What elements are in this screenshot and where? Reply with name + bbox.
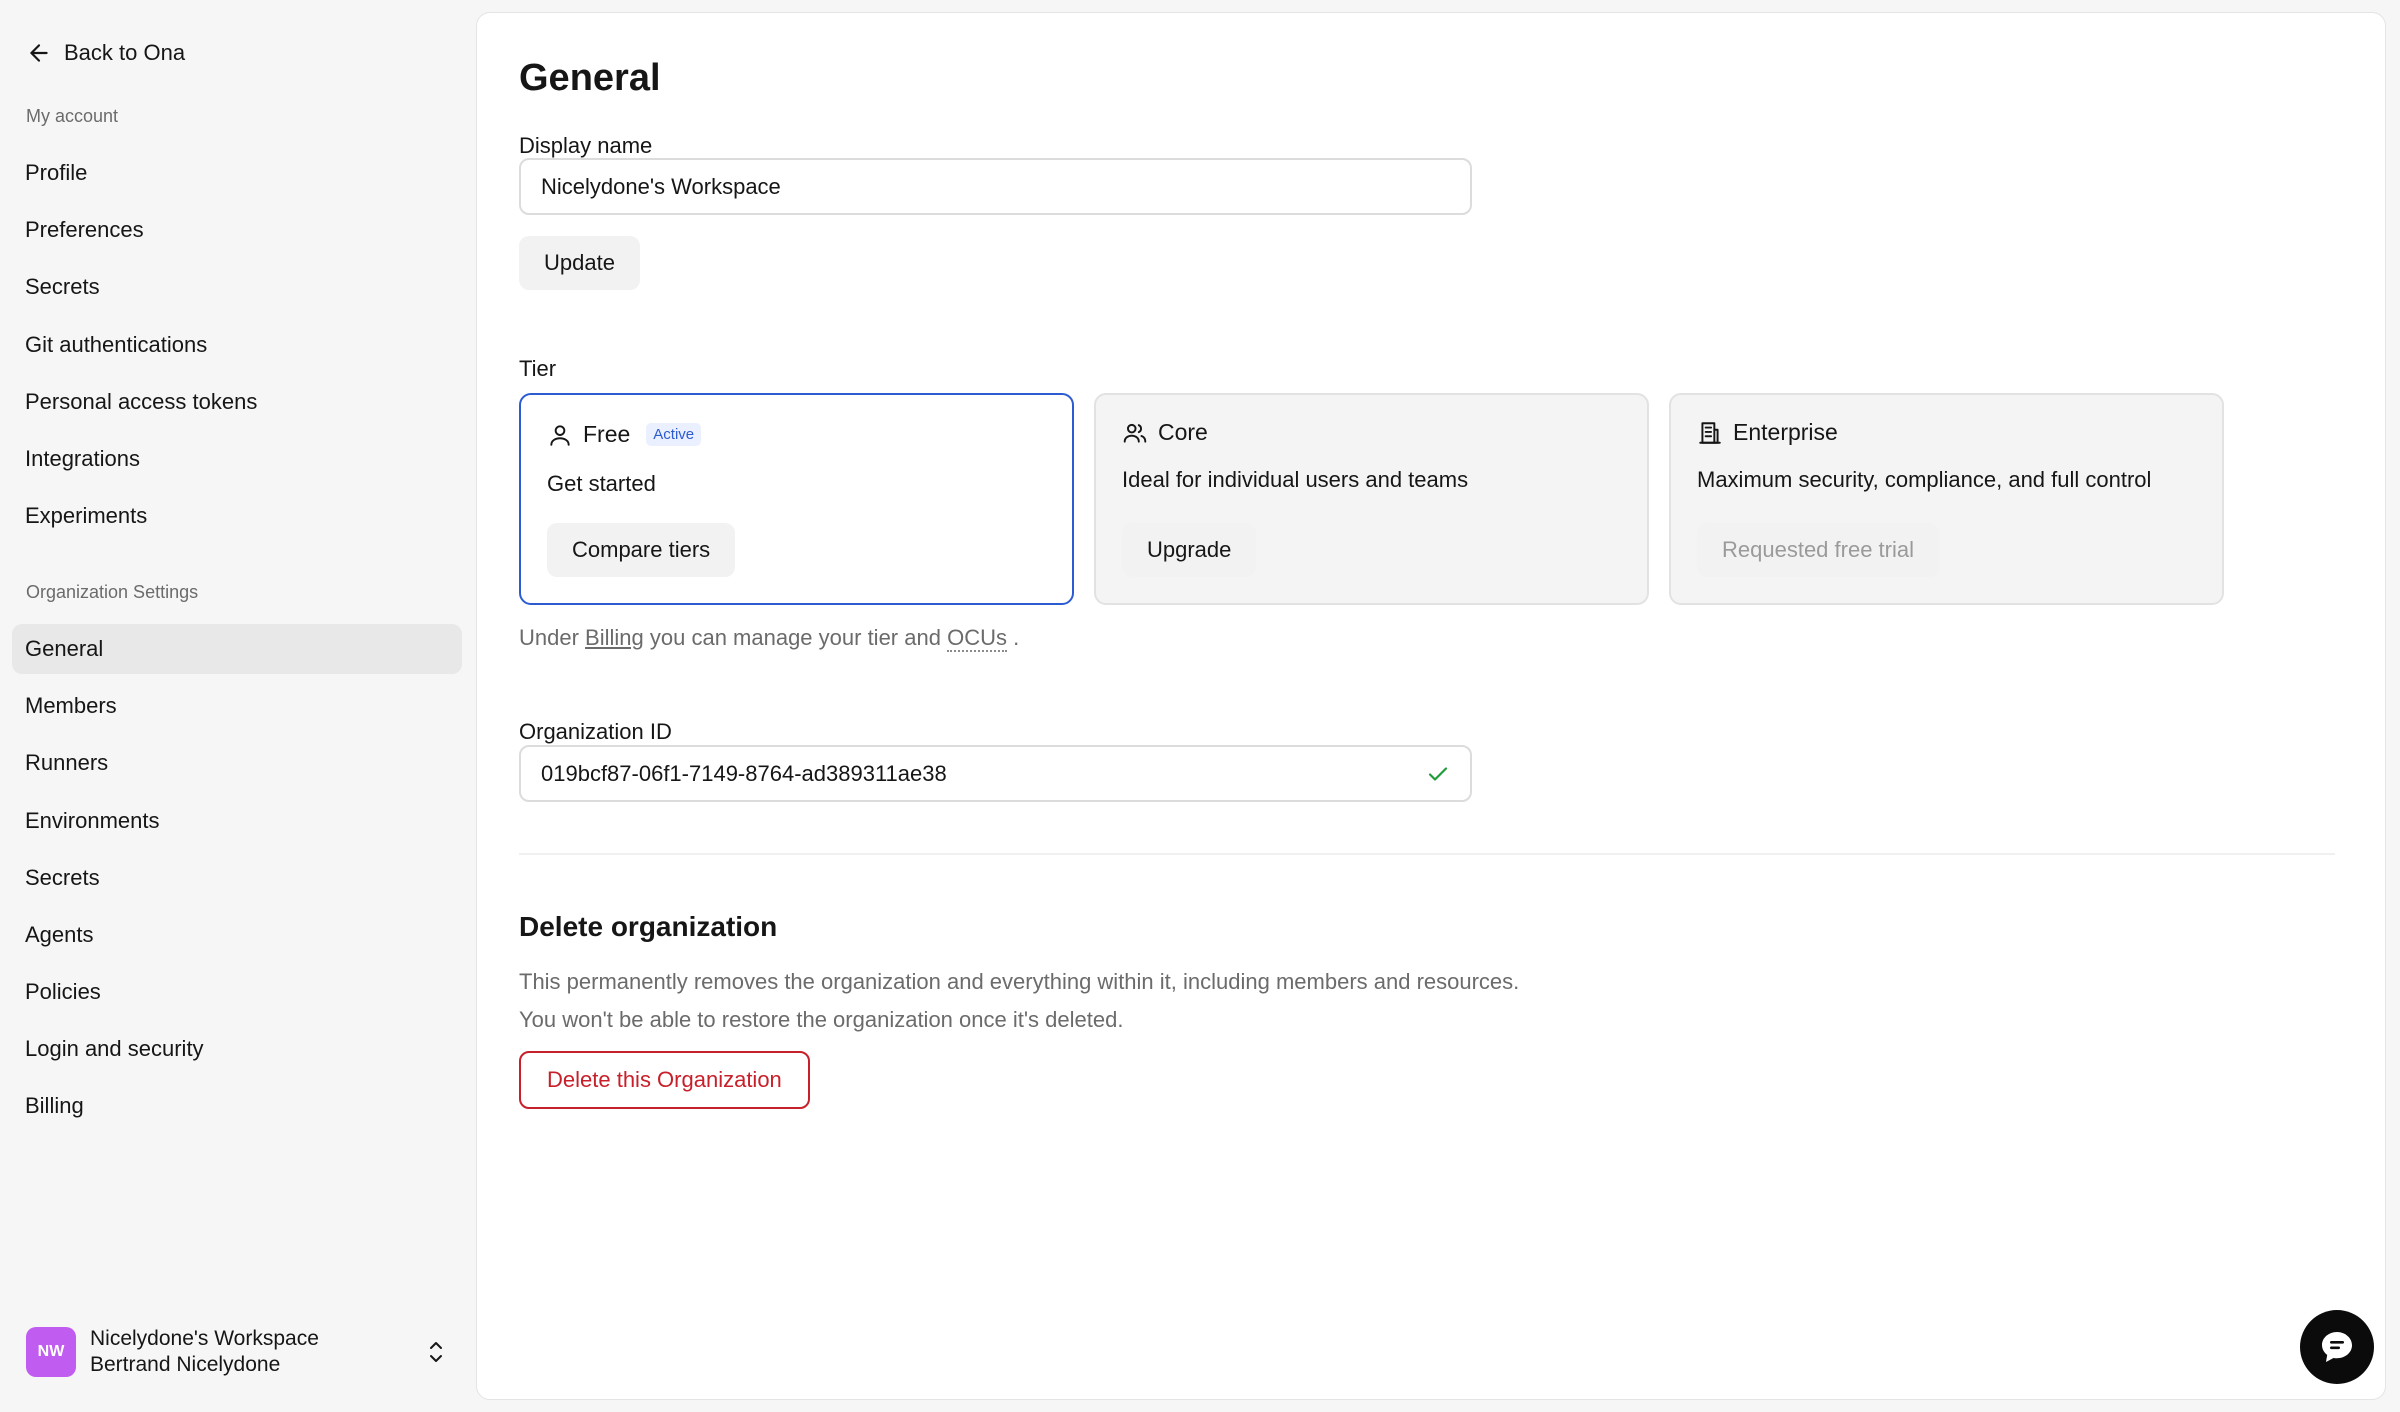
tier-free-name: Free bbox=[583, 421, 631, 447]
tier-enterprise-header: Enterprise bbox=[1697, 419, 1838, 446]
sidebar-item-org-secrets[interactable]: Secrets bbox=[12, 853, 462, 903]
tier-core-name: Core bbox=[1158, 419, 1208, 445]
org-settings-heading: Organization Settings bbox=[26, 582, 199, 602]
check-icon bbox=[1428, 766, 1448, 781]
user-icon bbox=[550, 424, 570, 446]
workspace-user: Bertrand Nicelydone bbox=[90, 1353, 281, 1376]
tier-card-free[interactable]: Free Active Get started Compare tiers bbox=[519, 393, 1074, 605]
organization-id-field[interactable]: 019bcf87-06f1-7149-8764-ad389311ae38 bbox=[519, 745, 1472, 802]
sidebar-item-policies[interactable]: Policies bbox=[12, 967, 462, 1017]
billing-note-middle: you can manage your tier and bbox=[649, 625, 941, 650]
upgrade-button[interactable]: Upgrade bbox=[1122, 523, 1257, 577]
delete-organization-button[interactable]: Delete this Organization bbox=[519, 1051, 810, 1109]
my-account-heading: My account bbox=[26, 106, 119, 126]
sidebar-item-runners[interactable]: Runners bbox=[12, 738, 462, 788]
building-icon bbox=[1699, 421, 1721, 444]
tier-core-description: Ideal for individual users and teams bbox=[1122, 467, 1469, 492]
sidebar-item-preferences[interactable]: Preferences bbox=[12, 205, 462, 255]
sidebar-item-login-and-security[interactable]: Login and security bbox=[12, 1024, 462, 1074]
workspace-name: Nicelydone's Workspace bbox=[90, 1327, 319, 1350]
tier-card-enterprise[interactable]: Enterprise Maximum security, compliance,… bbox=[1669, 393, 2224, 605]
delete-organization-text-2: You won't be able to restore the organiz… bbox=[519, 1007, 1124, 1032]
billing-note: Under Billing you can manage your tier a… bbox=[519, 625, 1020, 652]
sidebar-item-personal-access-tokens[interactable]: Personal access tokens bbox=[12, 377, 462, 427]
chat-support-button[interactable] bbox=[2300, 1310, 2374, 1384]
arrow-left-icon bbox=[30, 44, 48, 62]
compare-tiers-button[interactable]: Compare tiers bbox=[547, 523, 736, 577]
sidebar-item-billing[interactable]: Billing bbox=[12, 1081, 462, 1131]
sidebar-item-profile[interactable]: Profile bbox=[12, 148, 462, 198]
sidebar-item-agents[interactable]: Agents bbox=[12, 910, 462, 960]
tier-free-description: Get started bbox=[547, 471, 656, 496]
sidebar-item-members[interactable]: Members bbox=[12, 681, 462, 731]
tier-free-header: Free Active bbox=[547, 421, 702, 448]
page-title: General bbox=[519, 57, 661, 99]
ocus-term[interactable]: OCUs bbox=[947, 625, 1007, 652]
sidebar-item-secrets[interactable]: Secrets bbox=[12, 262, 462, 312]
workspace-info: Nicelydone's Workspace Bertrand Nicelydo… bbox=[90, 1327, 412, 1377]
main-panel: General Display name Update Tier Free Ac… bbox=[476, 12, 2386, 1400]
organization-id-label: Organization ID bbox=[519, 719, 672, 744]
billing-note-prefix: Under bbox=[519, 625, 579, 650]
requested-free-trial-button: Requested free trial bbox=[1697, 523, 1939, 577]
back-link-label: Back to Ona bbox=[64, 40, 186, 65]
sidebar-item-environments[interactable]: Environments bbox=[12, 796, 462, 846]
workspace-switcher[interactable]: NW Nicelydone's Workspace Bertrand Nicel… bbox=[26, 1324, 456, 1380]
display-name-input[interactable] bbox=[519, 158, 1472, 215]
users-icon bbox=[1123, 423, 1147, 443]
chevron-up-down-icon bbox=[430, 1342, 442, 1362]
display-name-label: Display name bbox=[519, 133, 653, 158]
sidebar-item-git-authentications[interactable]: Git authentications bbox=[12, 320, 462, 370]
organization-id-value: 019bcf87-06f1-7149-8764-ad389311ae38 bbox=[541, 760, 947, 786]
sidebar-item-general[interactable]: General bbox=[12, 624, 462, 674]
update-button[interactable]: Update bbox=[519, 236, 640, 290]
active-badge: Active bbox=[646, 423, 702, 446]
tier-core-header: Core bbox=[1122, 419, 1208, 446]
section-divider bbox=[519, 853, 2335, 855]
workspace-avatar: NW bbox=[26, 1327, 76, 1377]
billing-note-suffix: . bbox=[1013, 625, 1020, 650]
back-link[interactable]: Back to Ona bbox=[26, 36, 185, 70]
delete-organization-title: Delete organization bbox=[519, 911, 778, 942]
sidebar: Back to Ona My account Profile Preferenc… bbox=[0, 0, 476, 1412]
tier-enterprise-name: Enterprise bbox=[1733, 419, 1838, 445]
tier-enterprise-description: Maximum security, compliance, and full c… bbox=[1697, 467, 2152, 492]
sidebar-item-experiments[interactable]: Experiments bbox=[12, 491, 462, 541]
tier-label: Tier bbox=[519, 356, 557, 381]
delete-organization-text-1: This permanently removes the organizatio… bbox=[519, 969, 1520, 994]
sidebar-item-integrations[interactable]: Integrations bbox=[12, 434, 462, 484]
billing-link[interactable]: Billing bbox=[585, 625, 644, 650]
chat-icon bbox=[2322, 1332, 2352, 1362]
tier-card-core[interactable]: Core Ideal for individual users and team… bbox=[1094, 393, 1649, 605]
